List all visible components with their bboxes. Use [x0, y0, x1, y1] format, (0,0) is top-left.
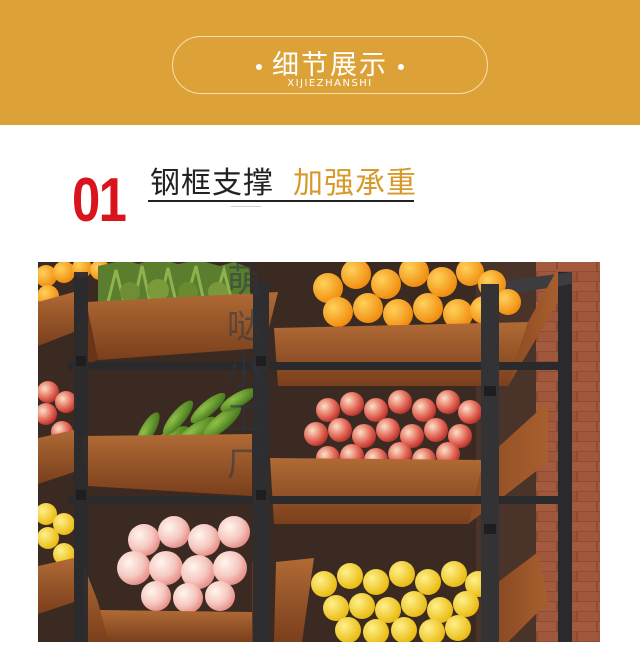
banner-title-text: 细节展示: [272, 50, 388, 81]
underline-mark: [231, 206, 261, 207]
banner-subtitle: XIJIEZHANSHI: [287, 78, 373, 89]
header-banner: 细节展示 XIJIEZHANSHI: [0, 0, 640, 125]
dot-right-icon: [398, 63, 404, 70]
watermark-char: 萌: [227, 261, 261, 301]
dot-left-icon: [256, 63, 262, 70]
watermark-char: 工: [227, 399, 261, 439]
section-heading-primary: 钢框支撑: [150, 166, 274, 201]
banner-title: 细节展示: [173, 43, 487, 82]
section-heading-accent: 加强承重: [293, 166, 417, 201]
watermark-char: 小: [227, 353, 261, 393]
section-number: 01: [72, 166, 127, 235]
title-pill: 细节展示 XIJIEZHANSHI: [172, 36, 488, 94]
heading-underline: [148, 200, 414, 202]
rack-illustration: [38, 262, 600, 642]
watermark-char: 厂: [227, 445, 261, 485]
watermark: 萌 哒 小 工 厂: [226, 258, 262, 488]
watermark-char: 哒: [227, 307, 261, 347]
product-photo: [38, 262, 600, 642]
